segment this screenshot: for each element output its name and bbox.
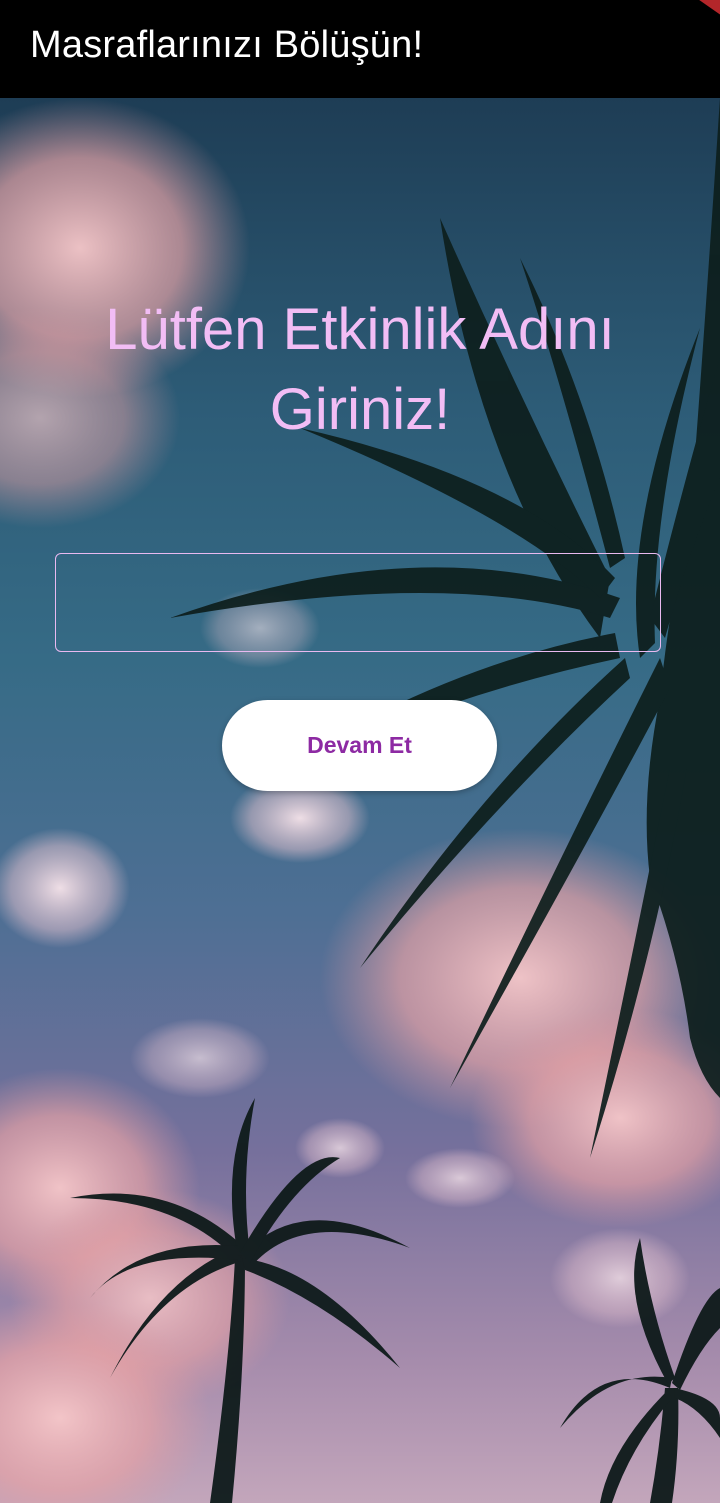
app-screen: Masraflarınızı Bölüşün! Lütfen Etkinlik … [0,0,720,1503]
app-title: Masraflarınızı Bölüşün! [30,24,424,66]
app-bar: Masraflarınızı Bölüşün! [0,0,720,98]
page-heading: Lütfen Etkinlik Adını Giriniz! [105,297,615,442]
continue-button[interactable]: Devam Et [222,700,497,791]
event-name-input[interactable] [55,553,661,652]
debug-banner [689,0,720,17]
